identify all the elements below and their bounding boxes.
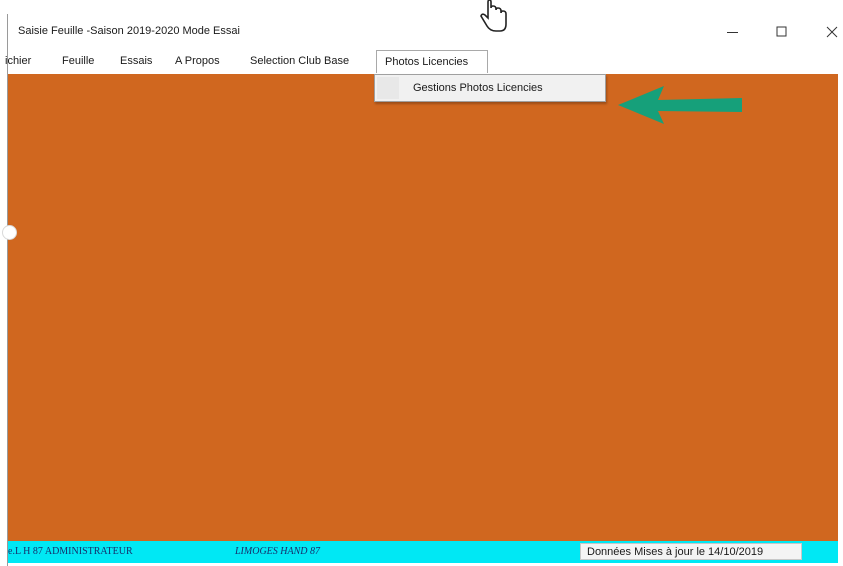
photos-licencies-dropdown: Gestions Photos Licencies bbox=[374, 74, 606, 102]
menu-bar: ichier Feuille Essais A Propos Selection… bbox=[5, 50, 843, 74]
close-button[interactable] bbox=[812, 20, 843, 44]
menu-feuille[interactable]: Feuille bbox=[62, 55, 94, 67]
menu-essais[interactable]: Essais bbox=[120, 55, 152, 67]
menu-photos-licencies[interactable]: Photos Licencies bbox=[376, 50, 488, 73]
close-icon bbox=[826, 26, 838, 38]
screen: Saisie Feuille -Saison 2019-2020 Mode Es… bbox=[0, 0, 843, 566]
menu-fichier[interactable]: ichier bbox=[5, 55, 31, 67]
maximize-button[interactable] bbox=[762, 20, 802, 44]
dropdown-icon-gutter bbox=[377, 77, 399, 99]
status-user: e.L H 87 ADMINISTRATEUR bbox=[8, 546, 133, 557]
window-title: Saisie Feuille -Saison 2019-2020 Mode Es… bbox=[18, 25, 240, 37]
maximize-icon bbox=[776, 26, 787, 37]
menu-a-propos[interactable]: A Propos bbox=[175, 55, 220, 67]
hand-pointer-icon bbox=[480, 0, 507, 32]
client-area bbox=[2, 74, 838, 541]
menu-selection-club-base[interactable]: Selection Club Base bbox=[250, 55, 349, 67]
app-window: Saisie Feuille -Saison 2019-2020 Mode Es… bbox=[2, 14, 843, 566]
status-update-date: Données Mises à jour le 14/10/2019 bbox=[587, 546, 764, 558]
minimize-icon bbox=[727, 32, 738, 33]
menu-photos-licencies-label: Photos Licencies bbox=[385, 56, 469, 68]
status-bar: e.L H 87 ADMINISTRATEUR LIMOGES HAND 87 … bbox=[8, 541, 838, 563]
title-bar[interactable]: Saisie Feuille -Saison 2019-2020 Mode Es… bbox=[8, 14, 843, 50]
status-club: LIMOGES HAND 87 bbox=[235, 546, 320, 557]
annotation-arrow-icon bbox=[618, 86, 742, 124]
menu-item-gestions-photos-licencies[interactable]: Gestions Photos Licencies bbox=[413, 82, 543, 94]
resize-handle[interactable] bbox=[2, 225, 17, 240]
minimize-button[interactable] bbox=[713, 20, 753, 44]
status-update-panel: Données Mises à jour le 14/10/2019 bbox=[580, 543, 802, 560]
